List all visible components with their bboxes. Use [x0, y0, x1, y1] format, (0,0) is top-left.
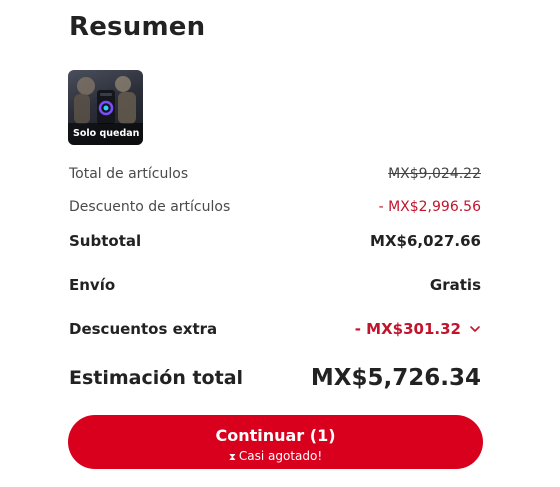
- shipping-label: Envío: [69, 276, 116, 294]
- subtotal-value: MX$6,027.66: [370, 232, 481, 250]
- extra-discounts-toggle[interactable]: - MX$301.32: [355, 320, 481, 338]
- items-discount-label: Descuento de artículos: [69, 199, 231, 215]
- items-total-row: Total de artículos MX$9,024.22: [69, 166, 481, 182]
- estimated-total-value: MX$5,726.34: [310, 365, 481, 391]
- items-total-label: Total de artículos: [69, 166, 189, 182]
- stock-badge: Solo quedan 1: [68, 123, 143, 145]
- product-thumbnail[interactable]: Solo quedan 1: [68, 70, 143, 145]
- continue-button[interactable]: Continuar (1) ⧗ Casi agotado!: [68, 415, 483, 469]
- items-discount-value: - MX$2,996.56: [378, 199, 481, 215]
- order-summary-panel: Resumen Solo quedan 1 Total de artículos…: [0, 0, 560, 487]
- extra-discounts-row[interactable]: Descuentos extra - MX$301.32: [69, 320, 481, 338]
- chevron-down-icon[interactable]: [469, 323, 481, 335]
- items-discount-row: Descuento de artículos - MX$2,996.56: [69, 199, 481, 215]
- extra-discounts-label: Descuentos extra: [69, 320, 218, 338]
- estimated-total-label: Estimación total: [69, 367, 244, 389]
- shipping-value: Gratis: [429, 276, 481, 294]
- extra-discounts-value: - MX$301.32: [354, 320, 461, 338]
- low-stock-notice: ⧗ Casi agotado!: [68, 449, 483, 463]
- subtotal-label: Subtotal: [69, 232, 142, 250]
- items-total-value: MX$9,024.22: [388, 166, 481, 182]
- subtotal-row: Subtotal MX$6,027.66: [69, 232, 481, 250]
- continue-button-label: Continuar (1): [215, 426, 336, 445]
- estimated-total-row: Estimación total MX$5,726.34: [69, 365, 481, 391]
- shipping-row: Envío Gratis: [69, 276, 481, 294]
- hourglass-icon: ⧗: [228, 452, 236, 463]
- low-stock-text: Casi agotado!: [238, 449, 323, 463]
- summary-title: Resumen: [69, 12, 206, 42]
